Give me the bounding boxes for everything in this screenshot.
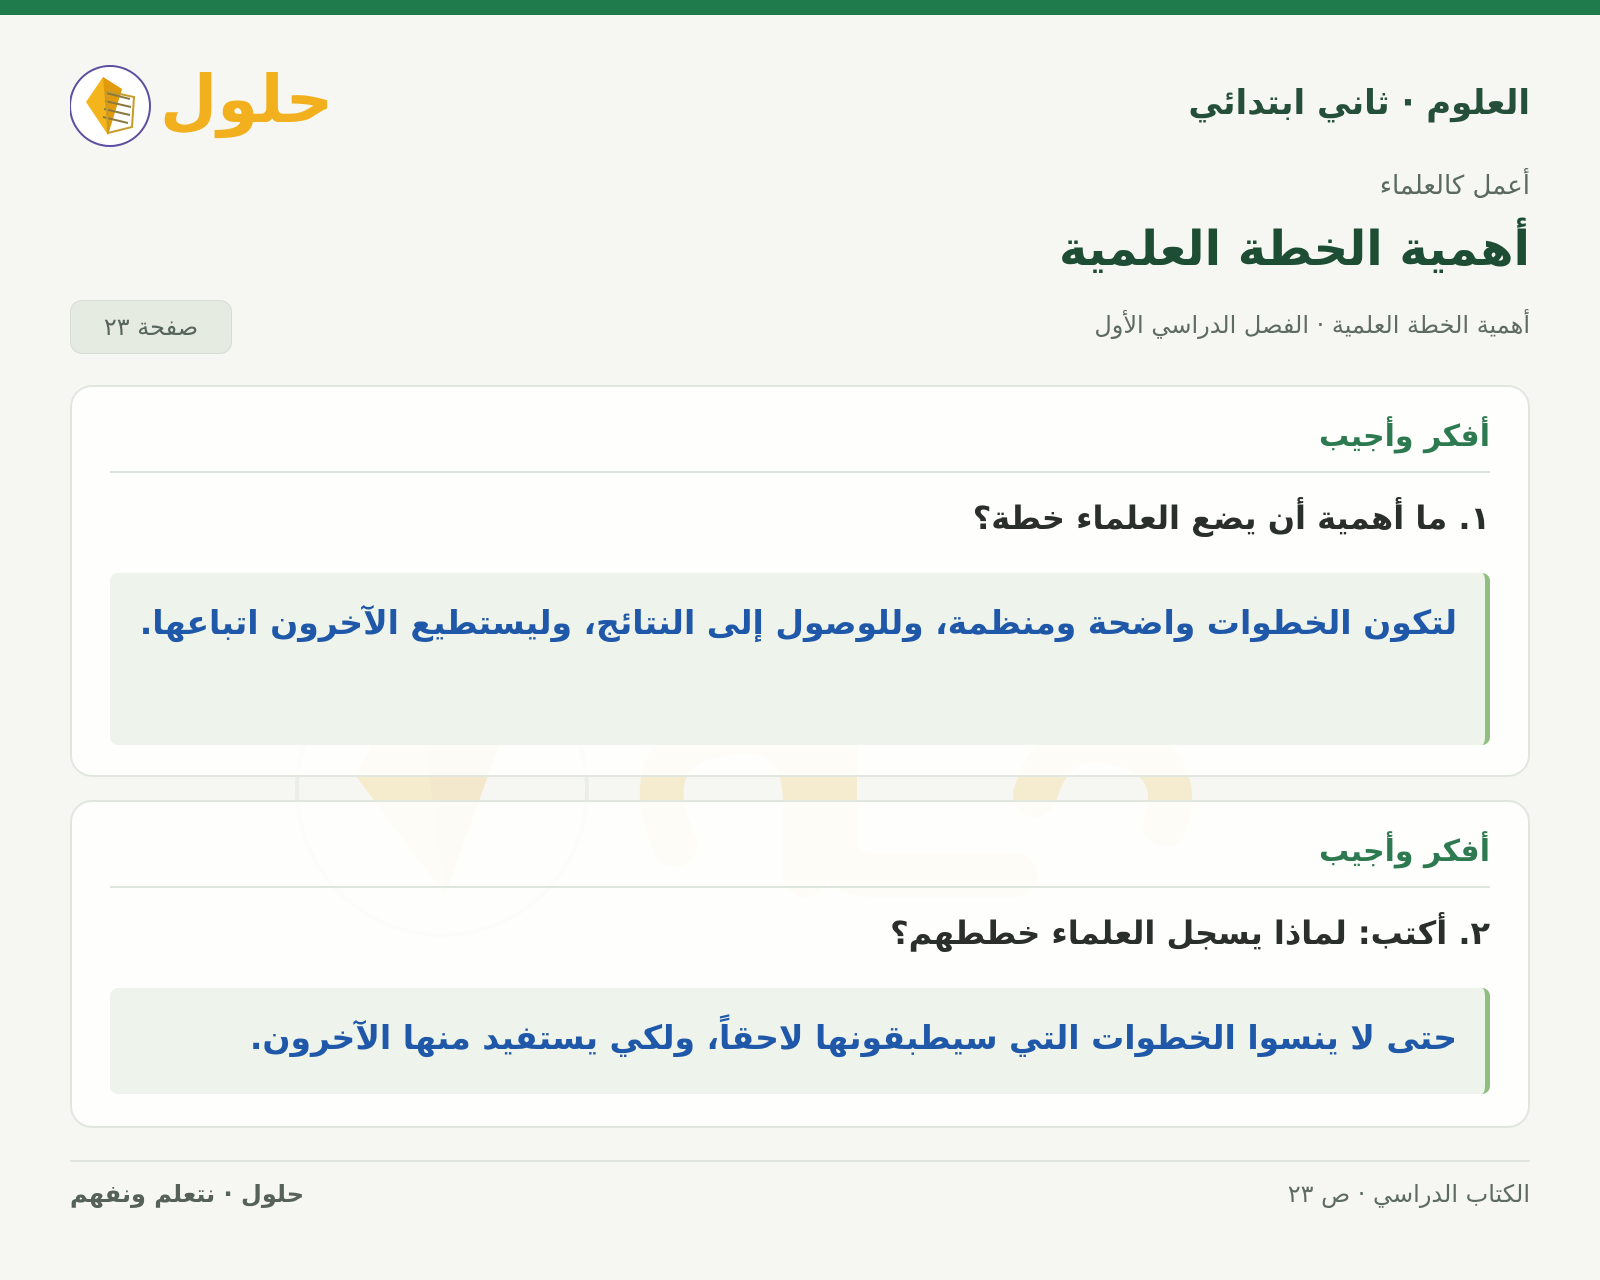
answer-box: حتى لا ينسوا الخطوات التي سيطبقونها لاحق… — [110, 988, 1490, 1094]
breadcrumb: أهمية الخطة العلمية · الفصل الدراسي الأو… — [1094, 311, 1530, 339]
card-heading: أفكر وأجيب — [1318, 834, 1490, 869]
logo-text: حلول — [160, 61, 334, 138]
footer-brand: حلول · نتعلم ونفهم — [70, 1180, 304, 1208]
footer-divider — [70, 1160, 1530, 1162]
question-card-1: أفكر وأجيب ١. ما أهمية أن يضع العلماء خط… — [70, 385, 1530, 777]
question-text: ١. ما أهمية أن يضع العلماء خطة؟ — [972, 499, 1490, 537]
footer-source: الكتاب الدراسي · ص ٢٣ — [1287, 1180, 1530, 1208]
header: العلوم · ثاني ابتدائي حلول — [69, 47, 1530, 157]
page: العلوم · ثاني ابتدائي حلول أعمل كالعلماء… — [69, 15, 1530, 1280]
lesson-title: أهمية الخطة العلمية — [1058, 221, 1530, 277]
question-text: ٢. أكتب: لماذا يسجل العلماء خططهم؟ — [890, 914, 1490, 952]
top-accent-bar — [0, 0, 1600, 15]
logo[interactable]: حلول — [69, 47, 334, 157]
question-card-2: أفكر وأجيب ٢. أكتب: لماذا يسجل العلماء خ… — [70, 800, 1530, 1128]
divider — [110, 471, 1490, 473]
answer-box: لتكون الخطوات واضحة ومنظمة، وللوصول إلى … — [110, 573, 1490, 745]
lesson-kicker: أعمل كالعلماء — [1379, 171, 1530, 201]
card-heading: أفكر وأجيب — [1318, 419, 1490, 454]
divider — [110, 886, 1490, 888]
page-number-badge: صفحة ٢٣ — [70, 300, 232, 354]
subject-title: العلوم · ثاني ابتدائي — [1188, 83, 1530, 123]
